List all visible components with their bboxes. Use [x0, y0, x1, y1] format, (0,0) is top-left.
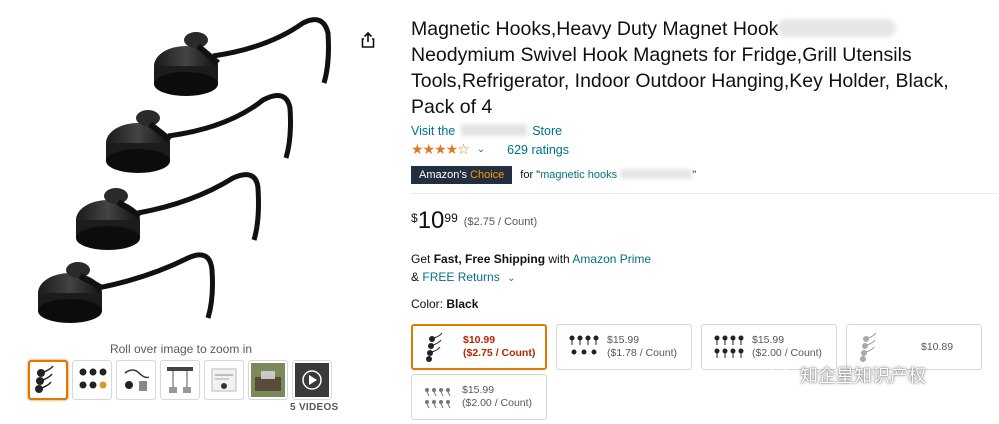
amazons-choice-badge[interactable]: Amazon's Choice [411, 166, 513, 184]
swatch-price-value: $15.99 [607, 334, 640, 346]
swatch-unit-price: ($1.78 / Count) [607, 347, 678, 359]
swatch-price: $10.89 [921, 341, 953, 354]
swatch-image [418, 379, 460, 415]
returns-info: & FREE Returns ⌄ [411, 270, 991, 284]
swatch-price: $15.99 ($2.00 / Count) [752, 334, 822, 360]
returns-prefix: & [411, 270, 420, 284]
for-prefix: for " [520, 169, 541, 181]
amazons-choice-row: Amazon's Choice for "magnetic hooks " [411, 166, 991, 184]
choice-label-a: Amazon's [419, 169, 467, 181]
store-prefix: Visit the [411, 124, 456, 138]
chevron-down-icon[interactable]: ⌄ [477, 144, 485, 155]
shipping-bold: Fast, Free Shipping [433, 252, 546, 266]
swatch-price-value: $10.89 [921, 340, 954, 353]
hooks-set-icon [79, 368, 107, 389]
store-suffix: Store [532, 124, 563, 138]
hooks-illustration [38, 17, 331, 323]
chevron-down-icon[interactable]: ⌄ [507, 273, 515, 284]
hooks-thumbnail-icon [35, 365, 54, 393]
color-value: Black [446, 297, 479, 311]
store-link[interactable]: Visit the Store [411, 124, 991, 138]
price-fraction: 99 [444, 211, 458, 225]
redacted-brand [778, 19, 897, 37]
keyword-link[interactable]: magnetic hooks [540, 169, 617, 181]
unit-price: ($2.75 / Count) [463, 216, 538, 228]
divider [411, 193, 997, 194]
thumbnail-2[interactable] [72, 360, 112, 400]
shipping-prefix: Get [411, 252, 431, 266]
price-whole: 10 [417, 207, 445, 234]
title-part-2: Neodymium Swivel Hook Magnets for Fridge… [411, 44, 949, 118]
swatch-price: $10.99 ($2.75 / Count) [463, 334, 535, 360]
title-part-1: Magnetic Hooks,Heavy Duty Magnet Hook [411, 18, 779, 40]
thumbnail-5[interactable] [204, 360, 244, 400]
price-symbol: $ [411, 211, 418, 225]
swatch-image [419, 329, 461, 365]
ratings-count-link[interactable]: 629 ratings [507, 143, 569, 157]
hooks-hanging-icon [167, 367, 193, 393]
hooks-4pack-icon [426, 332, 443, 362]
swatch-option-2[interactable]: $15.99 ($1.78 / Count) [556, 324, 692, 370]
swatch-price-value: $15.99 [462, 384, 495, 396]
swatch-image [853, 329, 895, 365]
swatch-price-value: $15.99 [752, 334, 785, 346]
swatch-price-value: $10.99 [463, 334, 496, 346]
swatch-price: $15.99 ($2.00 / Count) [462, 384, 532, 410]
zoom-hint: Roll over image to zoom in [109, 342, 253, 356]
videos-count-label[interactable]: 5 VIDEOS [290, 402, 339, 413]
redacted-store-name [460, 124, 527, 136]
watermark: 知企星知识产权 [770, 362, 926, 388]
lifestyle-photo-icon [251, 363, 285, 397]
hooks-8pack-icon [714, 335, 744, 358]
swatch-image [708, 329, 750, 365]
thumbnail-strip [28, 360, 332, 400]
amazon-prime-link[interactable]: Amazon Prime [572, 252, 651, 266]
star-rating-icon[interactable]: ★★★★☆ [411, 141, 470, 158]
thumbnail-1[interactable] [28, 360, 68, 400]
share-icon [361, 31, 375, 48]
hooks-multi-pack-icon [425, 388, 451, 409]
swatch-unit-price: ($2.00 / Count) [752, 347, 823, 359]
free-returns-link[interactable]: FREE Returns [422, 270, 499, 284]
for-suffix: " [692, 169, 697, 181]
thumbnail-4[interactable] [160, 360, 200, 400]
product-title: Magnetic Hooks,Heavy Duty Magnet Hook Ne… [411, 16, 991, 120]
color-label: Color: [411, 297, 444, 311]
play-video-icon [295, 363, 329, 397]
share-button[interactable] [356, 28, 380, 52]
swatch-price: $15.99 ($1.78 / Count) [607, 334, 677, 360]
price-block: $ 10 99 ($2.75 / Count) [411, 208, 991, 234]
swatch-option-1[interactable]: $10.99 ($2.75 / Count) [411, 324, 547, 370]
thumbnail-video[interactable] [292, 360, 332, 400]
wechat-icon [770, 365, 794, 383]
choice-keyword: for "magnetic hooks " [520, 169, 696, 181]
choice-label-b: Choice [470, 169, 505, 181]
rating-row: ★★★★☆ ⌄ 629 ratings [411, 141, 991, 158]
color-selector-label: Color: Black [411, 297, 991, 311]
thumbnail-3[interactable] [116, 360, 156, 400]
watermark-text: 知企星知识产权 [800, 366, 926, 387]
thumbnail-6[interactable] [248, 360, 288, 400]
swatch-option-5[interactable]: $15.99 ($2.00 / Count) [411, 374, 547, 420]
swatch-unit-price: ($2.00 / Count) [462, 397, 533, 409]
hooks-silver-icon [860, 332, 877, 362]
image-gallery: Roll over image to zoom in 5 VIDEOS [0, 0, 400, 424]
main-product-image[interactable] [18, 8, 358, 338]
swatch-unit-price: ($2.75 / Count) [463, 347, 536, 359]
product-details: Magnetic Hooks,Heavy Duty Magnet Hook Ne… [411, 16, 997, 311]
swatch-image [563, 329, 605, 365]
shipping-info: Get Fast, Free Shipping with Amazon Prim… [411, 252, 991, 266]
hooks-use-icon [124, 369, 150, 391]
hooks-9pack-icon [569, 335, 599, 355]
package-box-icon [211, 368, 237, 392]
redacted-keyword [620, 169, 693, 179]
shipping-mid: with [548, 252, 570, 266]
